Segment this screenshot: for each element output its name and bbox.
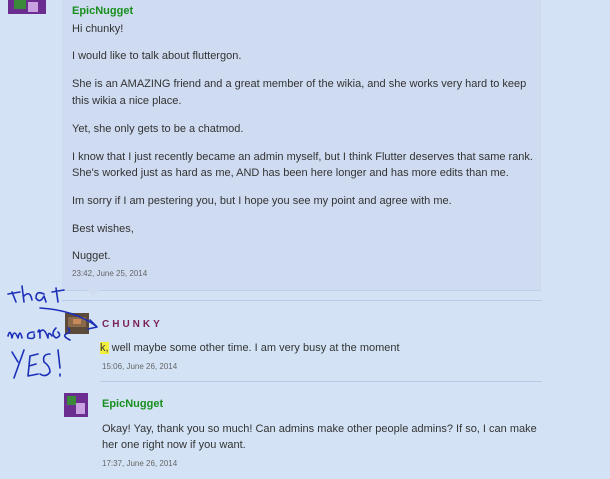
timestamp[interactable]: 23:42, June 25, 2014: [72, 269, 147, 278]
message-line: Best wishes,: [72, 223, 134, 235]
message-line: I would like to talk about fluttergon.: [72, 50, 242, 62]
message-line: Nugget.: [72, 250, 111, 262]
message-line: Yet, she only gets to be a chatmod.: [72, 123, 244, 135]
message-line: She is an AMAZING friend and a great mem…: [72, 78, 527, 90]
avatar[interactable]: [8, 0, 46, 14]
separator: [100, 381, 542, 382]
message-line: Im sorry if I am pestering you, but I ho…: [72, 195, 452, 207]
message-line: I know that I just recently became an ad…: [72, 151, 533, 163]
message-line: Hi chunky!: [72, 23, 124, 35]
message-line: this wikia a nice place.: [72, 95, 182, 107]
timestamp[interactable]: 17:37, June 26, 2014: [102, 459, 177, 468]
handwritten-annotation: [7, 285, 98, 379]
author-name[interactable]: EpicNugget: [72, 5, 133, 17]
first-message-bubble: EpicNugget Hi chunky! I would like to ta…: [62, 0, 541, 291]
message-body: well maybe some other time. I am very bu…: [108, 342, 400, 354]
separator: [62, 300, 542, 301]
message-line: She's worked just as hard as me, AND has…: [72, 167, 509, 179]
message-line: her one right now if you want.: [102, 439, 246, 451]
message-line: Okay! Yay, thank you so much! Can admins…: [102, 423, 537, 435]
message-text: k, well maybe some other time. I am very…: [100, 341, 400, 355]
